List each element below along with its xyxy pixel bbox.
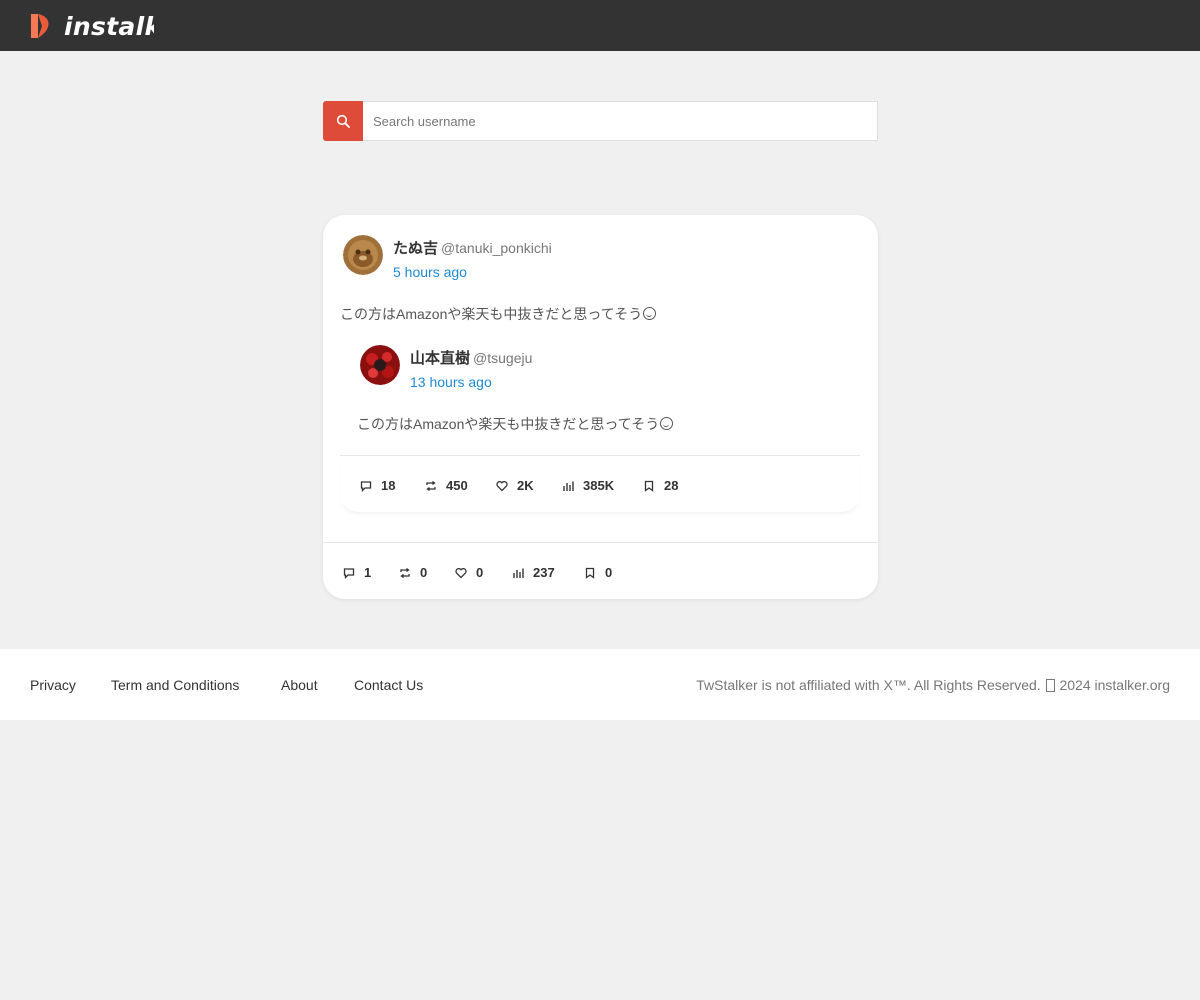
quoted-author-info: 山本直樹 @tsugeju (410, 347, 532, 368)
views-icon (563, 481, 574, 491)
post-stats-bar: 1 0 0 237 0 (343, 565, 624, 580)
quoted-post-text: この方はAmazonや楽天も中抜きだと思ってそう (357, 414, 674, 434)
post-divider (323, 542, 878, 543)
post-card: たぬ吉 @tanuki_ponkichi 5 hours ago この方はAmaz… (323, 215, 878, 599)
bookmark-stat[interactable]: 0 (584, 565, 624, 580)
bookmark-icon (585, 567, 595, 579)
search-bar (323, 101, 878, 141)
views-stat[interactable]: 237 (512, 565, 584, 580)
reply-icon (343, 567, 355, 579)
author-avatar[interactable] (343, 235, 383, 275)
brand-logo[interactable]: instalker (28, 11, 154, 41)
quoted-reply-count: 18 (381, 478, 396, 493)
quoted-bookmark-stat[interactable]: 28 (643, 478, 693, 493)
retweet-count: 0 (420, 565, 428, 580)
quoted-author-handle[interactable]: @tsugeju (473, 350, 532, 366)
copyright-suffix: 2024 instalker.org (1059, 677, 1170, 693)
views-icon (513, 568, 524, 578)
like-count: 0 (476, 565, 484, 580)
like-stat[interactable]: 0 (455, 565, 512, 580)
retweet-icon (426, 480, 436, 491)
quoted-like-stat[interactable]: 2K (496, 478, 562, 493)
footer-copyright: TwStalker is not affiliated with X™. All… (696, 677, 1170, 693)
quoted-post-text-content: この方はAmazonや楽天も中抜きだと思ってそう (357, 416, 660, 432)
heart-icon (496, 480, 508, 491)
quoted-retweet-stat[interactable]: 450 (425, 478, 496, 493)
post-text: この方はAmazonや楽天も中抜きだと思ってそう (340, 304, 657, 324)
retweet-stat[interactable]: 0 (399, 565, 455, 580)
post-text-content: この方はAmazonや楽天も中抜きだと思ってそう (340, 306, 643, 322)
quoted-author-avatar[interactable] (360, 345, 400, 385)
brand-name: instalker (64, 11, 154, 41)
author-info: たぬ吉 @tanuki_ponkichi (393, 237, 552, 258)
post-time[interactable]: 5 hours ago (393, 264, 467, 280)
quoted-bookmark-count: 28 (664, 478, 679, 493)
copyright-icon (1045, 679, 1055, 692)
bookmark-count: 0 (605, 565, 613, 580)
views-count: 237 (533, 565, 555, 580)
quoted-retweet-count: 450 (446, 478, 468, 493)
retweet-icon (400, 567, 410, 578)
smiling-face-emoji-icon (643, 307, 657, 320)
bookmark-icon (644, 480, 654, 492)
logo-icon (31, 14, 49, 38)
author-handle[interactable]: @tanuki_ponkichi (441, 240, 552, 256)
smiling-face-emoji-icon (660, 417, 674, 430)
footer-link-terms[interactable]: Term and Conditions (111, 677, 239, 693)
top-navbar: instalker (0, 0, 1200, 51)
quoted-views-stat[interactable]: 385K (562, 478, 643, 493)
reply-stat[interactable]: 1 (343, 565, 399, 580)
footer-link-about[interactable]: About (281, 677, 318, 693)
search-input[interactable] (363, 101, 878, 141)
heart-icon (455, 567, 467, 578)
quoted-reply-stat[interactable]: 18 (360, 478, 425, 493)
reply-count: 1 (364, 565, 372, 580)
copyright-prefix: TwStalker is not affiliated with X™. All… (696, 677, 1041, 693)
search-button[interactable] (323, 101, 363, 141)
page-footer: Privacy Term and Conditions About Contac… (0, 649, 1200, 720)
quoted-stats-bar: 18 450 2K 385K 28 (360, 478, 693, 493)
quoted-post-time[interactable]: 13 hours ago (410, 374, 492, 390)
reply-icon (360, 480, 372, 492)
footer-link-privacy[interactable]: Privacy (30, 677, 76, 693)
author-name[interactable]: たぬ吉 (393, 240, 438, 257)
quoted-author-name[interactable]: 山本直樹 (410, 350, 470, 367)
search-icon (336, 114, 350, 128)
quoted-like-count: 2K (517, 478, 534, 493)
quoted-views-count: 385K (583, 478, 615, 493)
footer-link-contact[interactable]: Contact Us (354, 677, 423, 693)
